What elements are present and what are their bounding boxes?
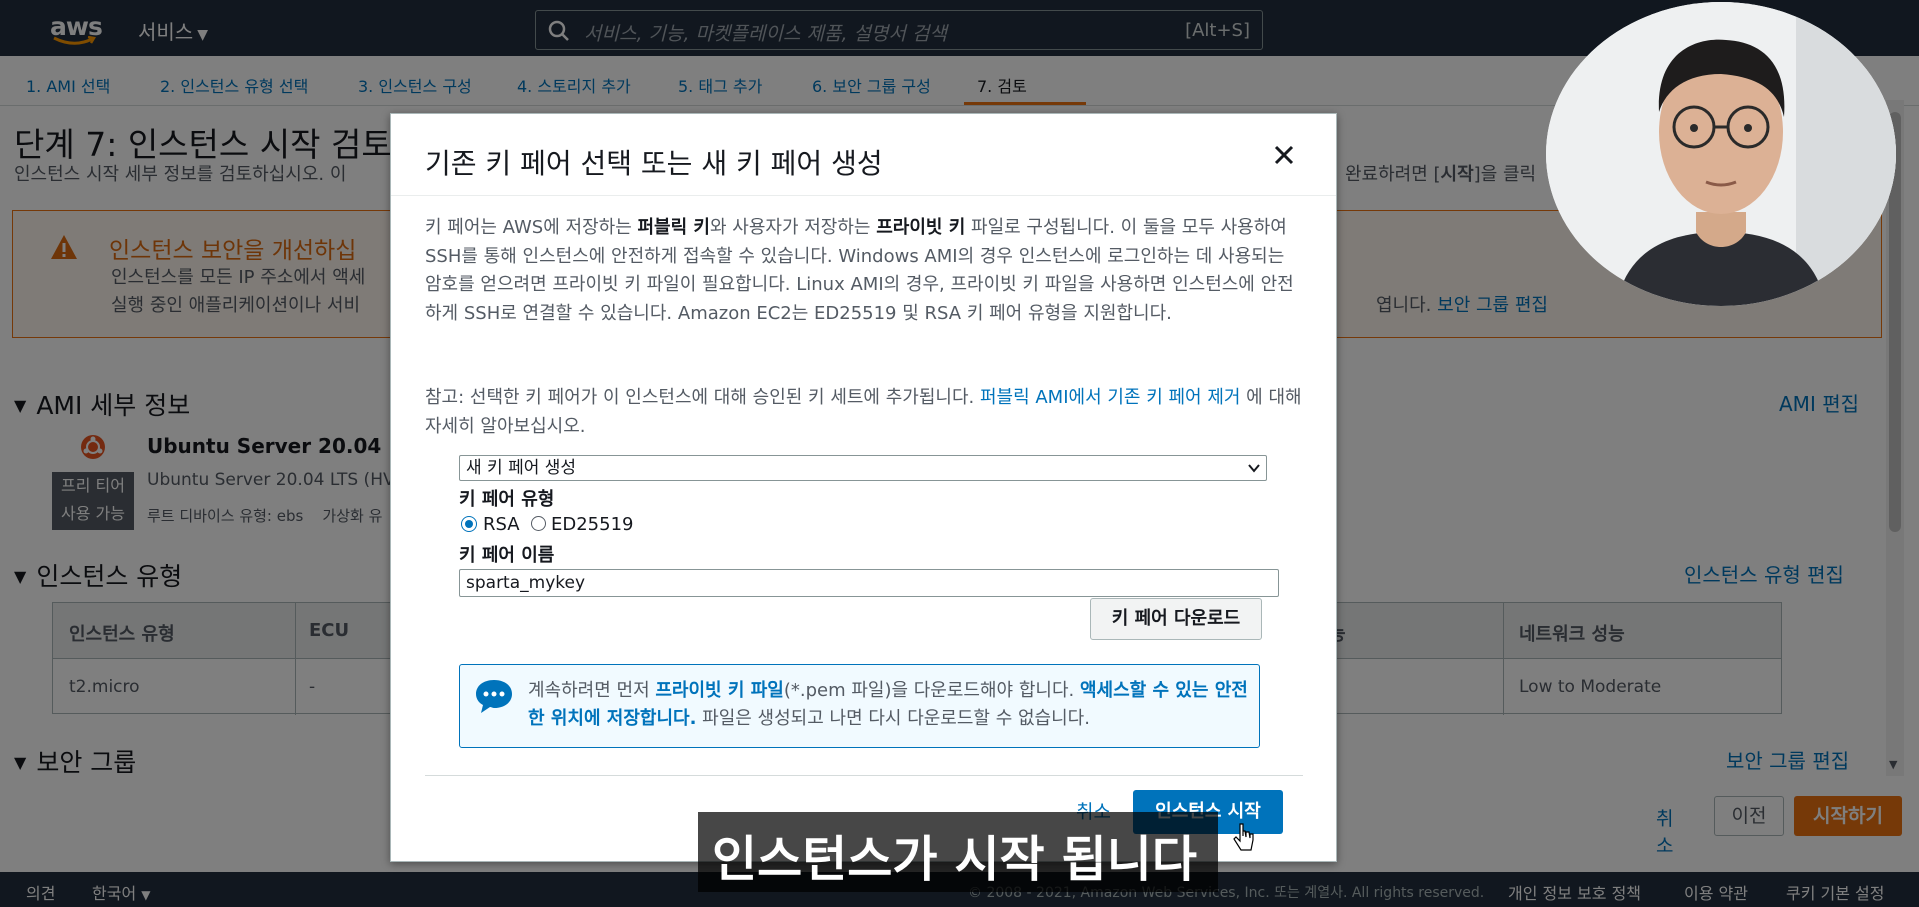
key-pair-select[interactable]: 새 키 페어 생성 [459, 455, 1267, 481]
p1-text-1: 키 페어는 AWS에 저장하는 [425, 217, 638, 238]
radio-rsa-label[interactable]: RSA [483, 514, 520, 535]
radio-selected-dot [465, 520, 473, 528]
modal-header: 기존 키 페어 선택 또는 새 키 페어 생성 [391, 114, 1336, 196]
info-bold-private-key-file: 프라이빗 키 파일 [655, 680, 784, 701]
key-pair-explanation: 키 페어는 AWS에 저장하는 퍼블릭 키와 사용자가 저장하는 프라이빗 키 … [425, 214, 1305, 328]
modal-divider [425, 775, 1303, 776]
p1-bold-private-key: 프라이빗 키 [876, 217, 966, 238]
radio-ed25519[interactable] [531, 516, 546, 531]
info-text-3: 파일은 생성되고 나면 다시 다운로드할 수 없습니다. [696, 708, 1090, 729]
modal-title: 기존 키 페어 선택 또는 새 키 페어 생성 [425, 147, 883, 180]
download-key-pair-button[interactable]: 키 페어 다운로드 [1090, 598, 1262, 640]
webcam-video-overlay [1546, 2, 1896, 306]
remove-key-pair-link[interactable]: 퍼블릭 AMI에서 기존 키 페어 제거 [980, 387, 1240, 408]
close-icon[interactable] [1273, 144, 1295, 166]
presenter-video [1546, 2, 1896, 306]
video-subtitle: 인스턴스가 시작 됩니다 [698, 812, 1218, 892]
key-pair-note: 참고: 선택한 키 페어가 이 인스턴스에 대해 승인된 키 세트에 추가됩니다… [425, 384, 1305, 441]
pointer-cursor-icon [1233, 823, 1254, 851]
info-text-1: 계속하려면 먼저 [528, 680, 656, 701]
key-pair-select-value: 새 키 페어 생성 [466, 458, 577, 478]
info-alert-text: 계속하려면 먼저 프라이빗 키 파일(*.pem 파일)을 다운로드해야 합니다… [528, 677, 1250, 733]
info-alert: 계속하려면 먼저 프라이빗 키 파일(*.pem 파일)을 다운로드해야 합니다… [459, 664, 1260, 748]
key-type-label: 키 페어 유형 [459, 489, 555, 510]
radio-ed25519-label[interactable]: ED25519 [551, 514, 634, 535]
key-pair-name-input[interactable]: sparta_mykey [459, 569, 1279, 597]
chevron-down-icon [1248, 464, 1260, 473]
info-chat-icon [476, 680, 512, 713]
key-name-label: 키 페어 이름 [459, 545, 555, 566]
p2-text-1: 참고: 선택한 키 페어가 이 인스턴스에 대해 승인된 키 세트에 추가됩니다… [425, 387, 980, 408]
subtitle-text: 인스턴스가 시작 됩니다 [712, 831, 1197, 888]
radio-rsa[interactable] [461, 516, 477, 532]
info-text-2: (*.pem 파일)을 다운로드해야 합니다. [783, 680, 1080, 701]
key-pair-modal: 기존 키 페어 선택 또는 새 키 페어 생성 키 페어는 AWS에 저장하는 … [390, 113, 1337, 862]
p1-bold-public-key: 퍼블릭 키 [637, 217, 710, 238]
p1-text-2: 와 사용자가 저장하는 [710, 217, 877, 238]
